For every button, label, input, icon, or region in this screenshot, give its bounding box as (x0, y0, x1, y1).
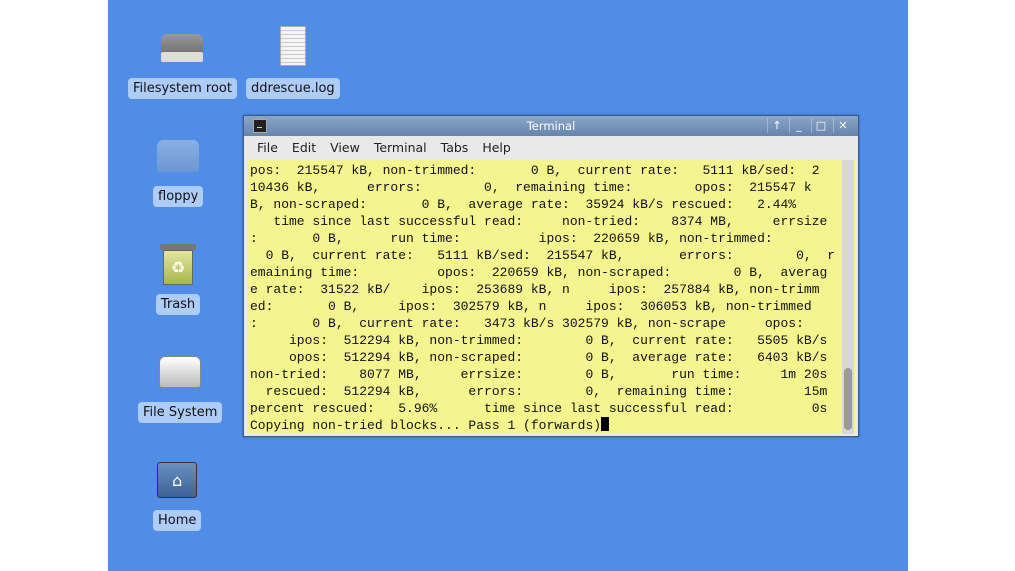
icon-label: Home (153, 510, 202, 531)
desktop-icon-floppy[interactable]: floppy (153, 132, 204, 207)
terminal-line: 10436 kB, errors: 0, remaining time: opo… (250, 180, 812, 195)
terminal-line: ipos: 512294 kB, non-trimmed: 0 B, curre… (250, 333, 828, 348)
terminal-line: pos: 215547 kB, non-trimmed: 0 B, curren… (250, 163, 820, 178)
desktop-icon-filesystem-root[interactable]: Filesystem root (128, 24, 237, 99)
text-file-icon (269, 24, 317, 72)
terminal-line: emaining time: opos: 220659 kB, non-scra… (250, 265, 828, 280)
menu-edit[interactable]: Edit (285, 140, 323, 155)
menu-tabs[interactable]: Tabs (434, 140, 476, 155)
terminal-line: non-tried: 8077 MB, errsize: 0 B, run ti… (250, 367, 828, 382)
icon-label: Filesystem root (128, 78, 237, 99)
menu-file[interactable]: File (250, 140, 285, 155)
scrollbar[interactable] (842, 160, 854, 434)
shade-button[interactable]: ↑ (767, 118, 786, 133)
floppy-drive-icon (154, 132, 202, 180)
trash-icon: ♻ (154, 240, 202, 288)
icon-label: File System (138, 402, 223, 423)
terminal-output[interactable]: pos: 215547 kB, non-trimmed: 0 B, curren… (248, 160, 856, 434)
cursor (601, 417, 610, 431)
desktop-icon-home[interactable]: ⌂ Home (153, 456, 202, 531)
terminal-text: pos: 215547 kB, non-trimmed: 0 B, curren… (248, 160, 856, 434)
menu-help[interactable]: Help (475, 140, 518, 155)
harddrive-icon (158, 24, 206, 72)
terminal-line: Copying non-tried blocks... Pass 1 (forw… (250, 418, 602, 433)
icon-label: Trash (155, 294, 201, 315)
title-bar[interactable]: Terminal ↑ _ □ ✕ (244, 116, 858, 136)
terminal-line: e rate: 31522 kB/ ipos: 253689 kB, n ipo… (250, 282, 820, 297)
menu-bar: File Edit View Terminal Tabs Help (244, 136, 858, 159)
harddrive-icon (156, 348, 204, 396)
window-title: Terminal (526, 119, 576, 133)
terminal-line: 0 B, current rate: 5111 kB/sed: 215547 k… (250, 248, 836, 263)
scrollbar-thumb[interactable] (844, 368, 852, 430)
terminal-line: time since last successful read: non-tri… (250, 214, 828, 229)
desktop-icon-trash[interactable]: ♻ Trash (154, 240, 202, 315)
terminal-line: B, non-scraped: 0 B, average rate: 35924… (250, 197, 797, 212)
terminal-line: opos: 512294 kB, non-scraped: 0 B, avera… (250, 350, 828, 365)
desktop-icon-file-system[interactable]: File System (138, 348, 223, 423)
terminal-line: percent rescued: 5.96% time since last s… (250, 401, 828, 416)
terminal-line: : 0 B, current rate: 3473 kB/s 302579 kB… (250, 316, 804, 331)
terminal-icon (253, 119, 267, 133)
menu-terminal[interactable]: Terminal (367, 140, 434, 155)
menu-view[interactable]: View (323, 140, 367, 155)
icon-label: ddrescue.log (246, 78, 340, 99)
terminal-line: : 0 B, run time: ipos: 220659 kB, non-tr… (250, 231, 773, 246)
maximize-button[interactable]: □ (811, 118, 830, 133)
close-button[interactable]: ✕ (833, 118, 852, 133)
home-folder-icon: ⌂ (153, 456, 201, 504)
desktop-icon-ddrescue-log[interactable]: ddrescue.log (246, 24, 340, 99)
terminal-line: rescued: 512294 kB, errors: 0, remaining… (250, 384, 828, 399)
icon-label: floppy (153, 186, 204, 207)
terminal-line: ed: 0 B, ipos: 302579 kB, n ipos: 306053… (250, 299, 812, 314)
terminal-window: Terminal ↑ _ □ ✕ File Edit View Terminal… (243, 115, 859, 437)
minimize-button[interactable]: _ (789, 118, 808, 133)
